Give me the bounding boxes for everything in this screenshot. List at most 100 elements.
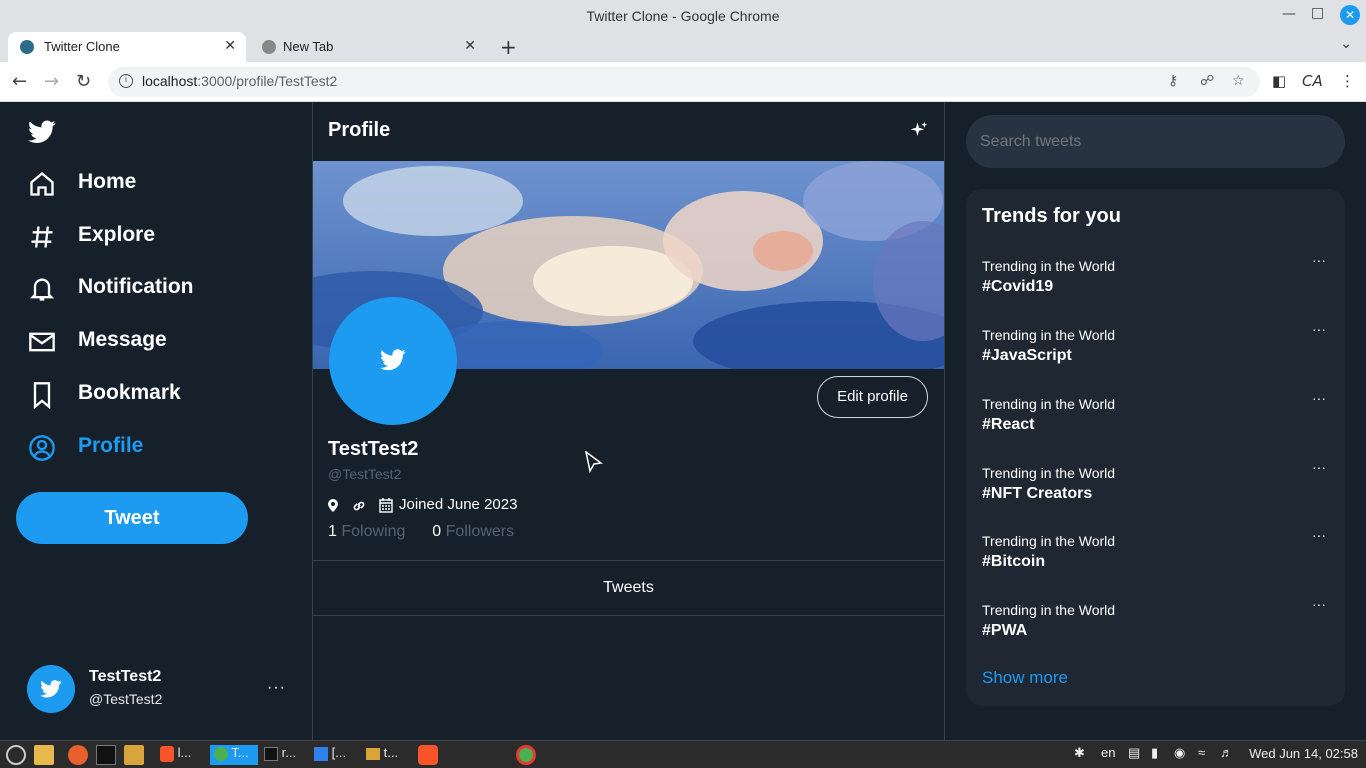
more-icon[interactable]: ··· (1312, 596, 1326, 612)
sidebar-item-label: Explore (78, 223, 156, 246)
share-icon[interactable]: ☍ (1200, 73, 1214, 89)
twitter-bird-icon (40, 680, 62, 698)
profile-name: TestTest2 (328, 438, 419, 460)
brave-icon[interactable] (418, 745, 438, 765)
side-panel-icon[interactable]: ◧ (1272, 72, 1286, 90)
address-bar[interactable]: i localhost:3000/profile/TestTest2 ⚷ ☍ ☆ (108, 67, 1260, 97)
taskbar-item-terminal[interactable]: r... (264, 745, 310, 765)
following-link[interactable]: 1 Folowing (328, 523, 405, 540)
key-icon[interactable]: ⚷ (1168, 73, 1178, 89)
link-icon[interactable] (352, 499, 366, 513)
main-header: Profile (313, 102, 944, 160)
calendar-icon (379, 498, 393, 513)
joined-date: Joined June 2023 (399, 496, 518, 513)
back-icon[interactable]: ← (12, 71, 27, 92)
edit-profile-button[interactable]: Edit profile (817, 376, 928, 418)
taskbar-item-files[interactable]: t... (366, 745, 412, 765)
close-window-icon[interactable]: ✕ (1340, 5, 1360, 25)
shield-icon[interactable]: ◉ (1174, 745, 1185, 765)
tab-label: Twitter Clone (44, 39, 120, 54)
maximize-icon[interactable]: □ (1311, 5, 1324, 21)
trend-tag: #Bitcoin (982, 553, 1046, 570)
files-icon[interactable] (34, 745, 54, 765)
trend-caption: Trending in the World (982, 327, 1116, 343)
twitter-logo-icon[interactable] (28, 120, 56, 149)
minimize-icon[interactable]: — (1282, 6, 1296, 22)
reload-icon[interactable]: ↻ (76, 71, 91, 92)
trend-item[interactable]: Trending in the World #React ··· (966, 390, 1345, 456)
more-icon[interactable]: ··· (1312, 527, 1326, 543)
trend-item[interactable]: Trending in the World #Covid19 ··· (966, 252, 1345, 318)
trend-caption: Trending in the World (982, 602, 1116, 618)
bell-icon (29, 278, 55, 301)
trend-item[interactable]: Trending in the World #NFT Creators ··· (966, 459, 1345, 525)
followers-label: Followers (445, 523, 515, 540)
tab-tweets[interactable]: Tweets (313, 579, 944, 597)
more-icon[interactable]: ··· (267, 679, 286, 697)
chrome-icon[interactable] (516, 745, 536, 765)
tab-label: New Tab (283, 39, 334, 54)
trend-item[interactable]: Trending in the World #PWA ··· (966, 596, 1345, 662)
trend-tag: #React (982, 416, 1035, 433)
battery-icon[interactable]: ▮ (1151, 745, 1158, 765)
search-input[interactable] (966, 115, 1345, 168)
react-favicon-icon (20, 40, 34, 54)
chrome-favicon-icon (262, 40, 276, 54)
close-tab-icon[interactable]: ✕ (224, 37, 236, 54)
twitter-clone-app: Home Explore Notification Message Bookma… (0, 102, 1366, 740)
new-tab-icon[interactable]: + (500, 35, 517, 59)
taskbar-item-vscode[interactable]: [... (314, 745, 360, 765)
trend-caption: Trending in the World (982, 258, 1116, 274)
browser-toolbar: ← → ↻ i localhost:3000/profile/TestTest2… (0, 62, 1366, 102)
folder-icon[interactable] (124, 745, 144, 765)
sidebar-item-label: Home (78, 170, 137, 193)
profile-icon (29, 435, 55, 461)
sidebar-item-label: Notification (78, 275, 194, 298)
taskbar-item-brave[interactable]: l... (160, 745, 204, 765)
show-more-link[interactable]: Show more (982, 668, 1068, 688)
sidebar-item-label: Bookmark (78, 381, 181, 404)
more-icon[interactable]: ··· (1312, 459, 1326, 475)
star-icon[interactable]: ☆ (1232, 73, 1245, 89)
extension-icon[interactable]: CA (1302, 72, 1323, 90)
clock[interactable]: Wed Jun 14, 02:58 (1249, 746, 1358, 761)
tweet-button[interactable]: Tweet (16, 492, 248, 544)
trend-tag: #PWA (982, 622, 1028, 639)
more-icon[interactable]: ··· (1312, 252, 1326, 268)
trend-item[interactable]: Trending in the World #Bitcoin ··· (966, 527, 1345, 593)
sidebar: Home Explore Notification Message Bookma… (0, 102, 313, 740)
chevron-down-icon[interactable]: ⌄ (1340, 36, 1352, 52)
profile-handle: @TestTest2 (328, 466, 402, 482)
forward-icon[interactable]: → (44, 71, 59, 92)
location-icon (328, 499, 338, 512)
following-label: Folowing (341, 523, 406, 540)
trend-caption: Trending in the World (982, 396, 1116, 412)
account-handle: @TestTest2 (89, 691, 163, 707)
start-menu-icon[interactable] (6, 745, 26, 765)
close-tab-icon[interactable]: ✕ (464, 37, 476, 54)
kebab-menu-icon[interactable]: ⋮ (1340, 72, 1355, 90)
keyboard-layout[interactable]: en (1101, 745, 1115, 765)
tab-new-tab[interactable]: New Tab ✕ (250, 32, 486, 62)
bluetooth-icon[interactable]: ✱ (1074, 745, 1085, 765)
volume-icon[interactable]: ♬ (1220, 745, 1233, 765)
taskbar-item-chrome[interactable]: T... (210, 745, 258, 765)
firefox-icon[interactable] (68, 745, 88, 765)
profile-avatar[interactable] (329, 297, 457, 425)
followers-link[interactable]: 0 Followers (432, 523, 514, 540)
tab-twitter-clone[interactable]: Twitter Clone ✕ (8, 32, 246, 62)
wifi-icon[interactable]: ≈ (1198, 745, 1205, 765)
window-title: Twitter Clone - Google Chrome (586, 8, 780, 24)
info-icon[interactable]: i (119, 74, 133, 88)
trends-title: Trends for you (982, 205, 1121, 227)
trend-item[interactable]: Trending in the World #JavaScript ··· (966, 321, 1345, 387)
sparkle-icon[interactable] (910, 120, 928, 140)
account-switcher[interactable]: TestTest2 @TestTest2 ··· (27, 665, 297, 715)
clipboard-icon[interactable]: ▤ (1128, 745, 1140, 765)
more-icon[interactable]: ··· (1312, 390, 1326, 406)
url-text[interactable]: localhost:3000/profile/TestTest2 (142, 73, 337, 89)
more-icon[interactable]: ··· (1312, 321, 1326, 337)
trend-tag: #JavaScript (982, 347, 1072, 364)
right-panel: Trends for you Trending in the World #Co… (945, 102, 1366, 740)
terminal-icon[interactable] (96, 745, 116, 765)
